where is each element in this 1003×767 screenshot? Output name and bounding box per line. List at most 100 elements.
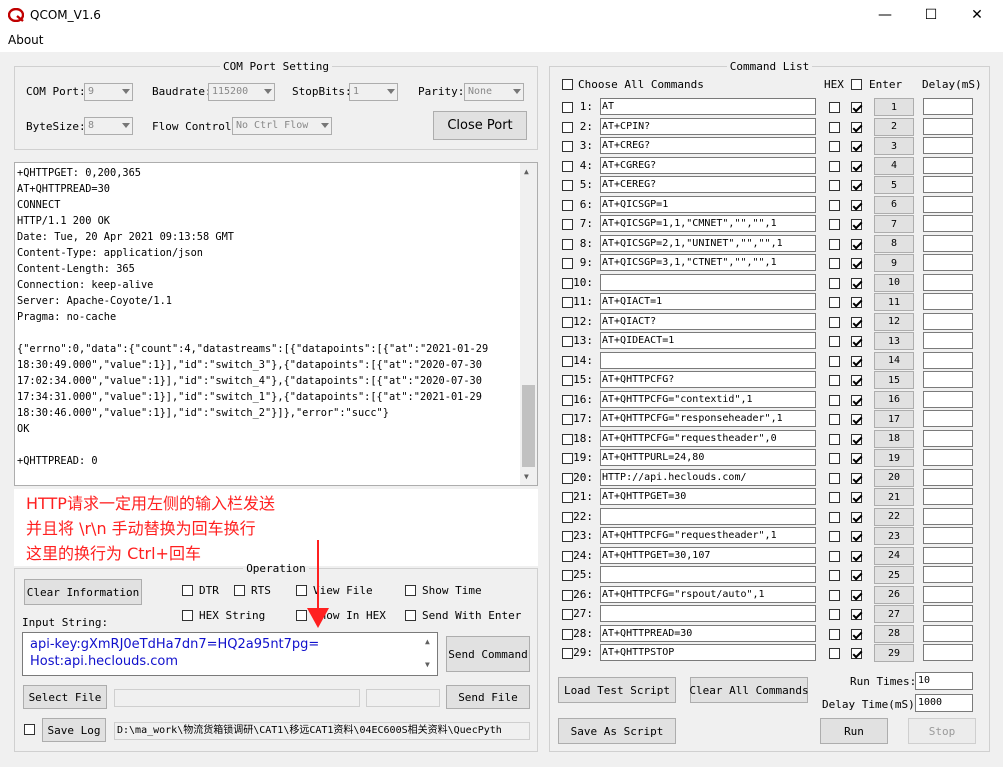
command-input[interactable]: AT+QHTTPCFG? [600, 371, 816, 388]
command-hex-checkbox[interactable] [829, 375, 840, 386]
command-enter-checkbox[interactable] [851, 316, 862, 328]
command-delay-input[interactable] [923, 98, 973, 115]
command-enter-checkbox[interactable] [851, 238, 862, 250]
maximize-button[interactable]: ☐ [908, 0, 954, 30]
command-send-button[interactable]: 4 [874, 156, 914, 175]
close-port-button[interactable]: Close Port [433, 111, 527, 140]
command-enter-checkbox[interactable] [851, 414, 862, 425]
clear-all-commands-button[interactable]: Clear All Commands [689, 677, 809, 703]
command-hex-checkbox[interactable] [829, 648, 840, 659]
command-send-button[interactable]: 7 [874, 215, 914, 233]
command-send-button[interactable]: 8 [874, 234, 914, 253]
load-test-script-button[interactable]: Load Test Script [558, 677, 676, 703]
command-hex-checkbox[interactable] [829, 180, 840, 191]
command-enter-checkbox[interactable] [851, 570, 862, 581]
command-send-button[interactable]: 11 [874, 293, 914, 311]
command-hex-checkbox[interactable] [829, 316, 840, 328]
command-input[interactable]: AT+QICSGP=3,1,"CTNET","","",1 [600, 254, 816, 271]
command-send-button[interactable]: 5 [874, 176, 914, 194]
receive-scrollbar[interactable]: ▲ ▼ [520, 163, 537, 485]
command-enter-checkbox[interactable] [851, 297, 862, 308]
command-delay-input[interactable] [923, 449, 973, 466]
stop-button[interactable]: Stop [908, 718, 976, 744]
command-input[interactable]: AT+QHTTPGET=30 [600, 488, 816, 505]
log-path-field[interactable]: D:\ma_work\物流货箱锁调研\CAT1\移远CAT1资料\04EC600… [114, 722, 530, 740]
send-command-button[interactable]: Send Command [446, 636, 530, 672]
command-hex-checkbox[interactable] [829, 258, 840, 269]
command-enter-checkbox[interactable] [851, 336, 862, 347]
command-hex-checkbox[interactable] [829, 433, 840, 445]
input-string-field[interactable]: api-key:gXmRJ0eTdHa7dn7=HQ2a95nt7pg= Hos… [22, 632, 438, 676]
command-send-button[interactable]: 17 [874, 410, 914, 428]
flow-control-select[interactable]: No Ctrl Flow [232, 117, 332, 135]
command-send-button[interactable]: 3 [874, 137, 914, 155]
com-port-select[interactable]: 9 [84, 83, 133, 101]
command-enter-checkbox[interactable] [851, 492, 862, 503]
command-hex-checkbox[interactable] [829, 160, 840, 172]
baudrate-select[interactable]: 115200 [208, 83, 275, 101]
command-input[interactable] [600, 273, 816, 291]
command-input[interactable]: AT+CGREG? [600, 156, 816, 174]
command-input[interactable]: AT+QICSGP=1,1,"CMNET","","",1 [600, 215, 816, 232]
command-enter-checkbox[interactable] [851, 394, 862, 406]
command-send-button[interactable]: 27 [874, 605, 914, 623]
command-hex-checkbox[interactable] [829, 121, 840, 133]
command-delay-input[interactable] [923, 429, 973, 447]
command-enter-checkbox[interactable] [851, 531, 862, 542]
command-delay-input[interactable] [923, 605, 973, 622]
command-delay-input[interactable] [923, 488, 973, 505]
command-hex-checkbox[interactable] [829, 570, 840, 581]
command-enter-checkbox[interactable] [851, 589, 862, 601]
run-button[interactable]: Run [820, 718, 888, 744]
command-input[interactable]: HTTP://api.heclouds.com/ [600, 468, 816, 486]
command-send-button[interactable]: 24 [874, 546, 914, 565]
scroll-down-icon[interactable]: ▼ [524, 472, 529, 481]
command-enter-checkbox[interactable] [851, 121, 862, 133]
command-enter-checkbox[interactable] [851, 609, 862, 620]
command-hex-checkbox[interactable] [829, 141, 840, 152]
command-delay-input[interactable] [923, 351, 973, 369]
scroll-down-icon[interactable]: ▼ [425, 660, 430, 669]
command-hex-checkbox[interactable] [829, 336, 840, 347]
command-input[interactable]: AT+QHTTPCFG="requestheader",1 [600, 527, 816, 544]
command-delay-input[interactable] [923, 507, 973, 525]
command-enter-checkbox[interactable] [851, 355, 862, 367]
close-window-button[interactable]: ✕ [954, 0, 1000, 30]
save-as-script-button[interactable]: Save As Script [558, 718, 676, 744]
command-delay-input[interactable] [923, 117, 973, 135]
command-delay-input[interactable] [923, 371, 973, 388]
command-delay-input[interactable] [923, 137, 973, 154]
command-delay-input[interactable] [923, 293, 973, 310]
command-input[interactable]: AT [600, 98, 816, 115]
command-send-button[interactable]: 28 [874, 624, 914, 643]
command-delay-input[interactable] [923, 312, 973, 330]
command-hex-checkbox[interactable] [829, 511, 840, 523]
command-delay-input[interactable] [923, 254, 973, 271]
command-hex-checkbox[interactable] [829, 199, 840, 211]
command-hex-checkbox[interactable] [829, 609, 840, 620]
scroll-thumb[interactable] [522, 385, 535, 467]
command-send-button[interactable]: 13 [874, 332, 914, 350]
scroll-up-icon[interactable]: ▲ [524, 167, 529, 176]
command-hex-checkbox[interactable] [829, 472, 840, 484]
command-enter-checkbox[interactable] [851, 180, 862, 191]
command-enter-checkbox[interactable] [851, 648, 862, 659]
command-delay-input[interactable] [923, 332, 973, 349]
command-delay-input[interactable] [923, 527, 973, 544]
file-path-field[interactable] [114, 689, 360, 707]
command-enter-checkbox[interactable] [851, 472, 862, 484]
command-delay-input[interactable] [923, 215, 973, 232]
command-input[interactable]: AT+QIACT? [600, 312, 816, 330]
command-hex-checkbox[interactable] [829, 628, 840, 640]
command-enter-checkbox[interactable] [851, 199, 862, 211]
command-input[interactable] [600, 351, 816, 369]
rts-checkbox[interactable] [234, 585, 245, 596]
command-enter-checkbox[interactable] [851, 277, 862, 289]
command-send-button[interactable]: 9 [874, 254, 914, 272]
command-send-button[interactable]: 14 [874, 351, 914, 370]
select-file-button[interactable]: Select File [23, 685, 107, 709]
command-hex-checkbox[interactable] [829, 414, 840, 425]
command-delay-input[interactable] [923, 234, 973, 252]
command-enter-checkbox[interactable] [851, 453, 862, 464]
dtr-checkbox[interactable] [182, 585, 193, 596]
